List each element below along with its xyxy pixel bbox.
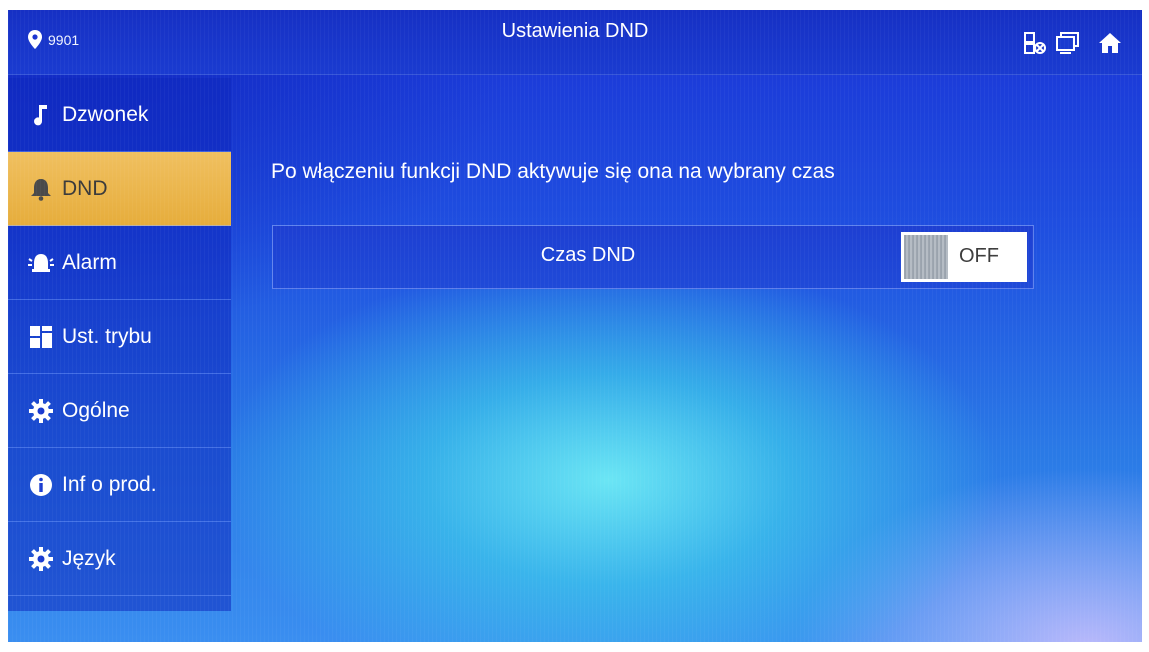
sidebar-item-label: DND [62,176,108,200]
alarm-siren-icon [26,251,56,275]
dnd-toggle[interactable]: OFF [901,232,1027,282]
sidebar-item-ogolne[interactable]: Ogólne [8,374,231,448]
music-note-icon [26,103,56,127]
gear-icon [26,398,56,423]
toggle-state: OFF [959,245,999,267]
network-status-icon [1024,32,1046,59]
sidebar-item-ust-trybu[interactable]: Ust. trybu [8,300,231,374]
home-icon[interactable] [1098,32,1122,59]
bell-icon [26,177,56,201]
dnd-description: Po włączeniu funkcji DND aktywuje się on… [271,160,835,183]
grid-icon [26,325,56,349]
sidebar-item-alarm[interactable]: Alarm [8,226,231,300]
sidebar-item-label: Ogólne [62,398,130,422]
sidebar: Dzwonek DND Alarm Ust. trybu Ogólne Inf … [8,78,231,611]
sidebar-item-dzwonek[interactable]: Dzwonek [8,78,231,152]
sidebar-item-label: Inf o prod. [62,472,157,496]
photo-frame: 9901 Ustawienia DND Dzwonek DND Alarm Us… [0,0,1149,652]
sidebar-item-dnd[interactable]: DND [8,152,231,226]
sidebar-item-label: Język [62,546,116,570]
sidebar-item-inf-o-prod[interactable]: Inf o prod. [8,448,231,522]
gear-icon [26,546,56,571]
dnd-time-row: Czas DND OFF [272,225,1034,289]
sidebar-item-label: Alarm [62,250,117,274]
sidebar-item-jezyk[interactable]: Język [8,522,231,596]
dnd-time-label: Czas DND [540,244,636,266]
info-icon [26,473,56,497]
toggle-knob [904,235,948,279]
header-icons [1014,32,1122,59]
sidebar-item-label: Dzwonek [62,102,149,126]
header-bar: 9901 Ustawienia DND [8,10,1142,75]
device-screen: 9901 Ustawienia DND Dzwonek DND Alarm Us… [8,10,1142,642]
monitor-icon[interactable] [1056,32,1080,59]
page-title: Ustawienia DND [501,20,649,42]
sidebar-item-label: Ust. trybu [62,324,152,348]
